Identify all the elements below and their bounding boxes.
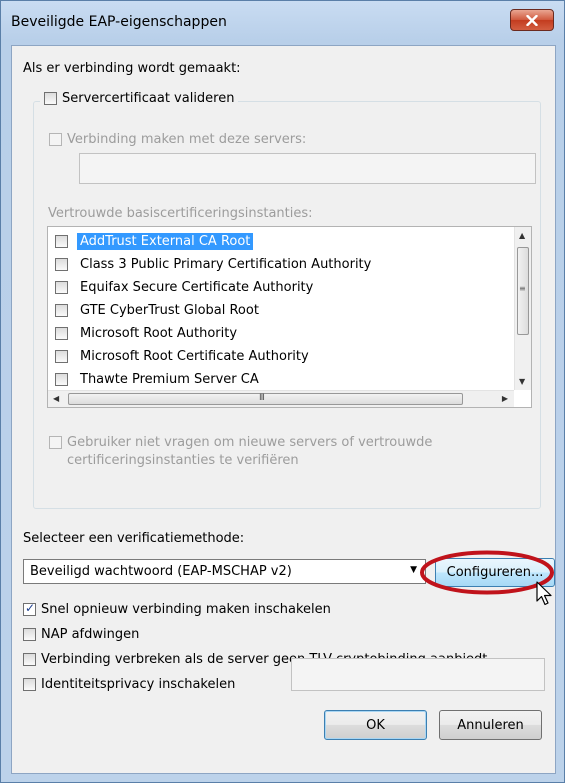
dialog-client-area: Als er verbinding wordt gemaakt: Serverc… <box>11 45 556 774</box>
ok-button-label: OK <box>366 717 385 733</box>
ok-button[interactable]: OK <box>324 710 427 740</box>
ca-item-label: Equifax Secure Certificate Authority <box>80 279 314 295</box>
fast-reconnect-label: Snel opnieuw verbinding maken inschakele… <box>41 602 331 617</box>
no-prompt-option: Gebruiker niet vragen om nieuwe servers … <box>49 434 432 470</box>
nap-option[interactable]: NAP afdwingen <box>23 627 139 642</box>
nap-checkbox[interactable] <box>23 628 36 641</box>
cancel-button[interactable]: Annuleren <box>439 710 542 740</box>
ca-item-checkbox[interactable] <box>55 234 68 248</box>
fast-reconnect-checkbox[interactable]: ✓ <box>23 601 36 616</box>
ca-list-vertical-scrollbar[interactable]: ▲ ≡ ▼ <box>514 227 531 390</box>
connect-servers-checkbox <box>49 133 62 146</box>
validate-cert-option[interactable]: Servercertificaat valideren <box>40 91 239 106</box>
ca-item-label: Microsoft Root Certificate Authority <box>80 348 309 364</box>
grip-icon: ≡ <box>519 284 526 293</box>
scroll-down-icon[interactable]: ▼ <box>519 377 525 386</box>
no-prompt-label-line1: Gebruiker niet vragen om nieuwe servers … <box>67 435 433 450</box>
fast-reconnect-option[interactable]: ✓ Snel opnieuw verbinding maken inschakel… <box>23 601 331 617</box>
cancel-button-label: Annuleren <box>457 717 524 733</box>
ca-item-checkbox[interactable] <box>55 280 68 294</box>
chevron-down-icon: ▼ <box>410 565 417 575</box>
ca-list-item[interactable]: GTE CyberTrust Global Root <box>48 299 262 321</box>
identity-privacy-option[interactable]: Identiteitsprivacy inschakelen <box>23 677 235 692</box>
ca-item-checkbox[interactable] <box>55 257 68 271</box>
horizontal-scroll-thumb[interactable]: III <box>68 393 463 405</box>
ca-item-label: GTE CyberTrust Global Root <box>80 302 259 318</box>
identity-privacy-label: Identiteitsprivacy inschakelen <box>41 677 236 692</box>
no-prompt-checkbox <box>49 436 62 449</box>
ca-item-checkbox[interactable] <box>55 349 68 363</box>
scroll-left-icon[interactable]: ◀ <box>53 394 59 403</box>
close-button[interactable] <box>510 9 554 31</box>
ca-item-checkbox[interactable] <box>55 372 68 386</box>
close-icon <box>526 14 538 26</box>
connect-servers-label: Verbinding maken met deze servers: <box>67 132 307 147</box>
ca-list-item[interactable]: Equifax Secure Certificate Authority <box>48 276 316 298</box>
auth-method-value: Beveiligd wachtwoord (EAP-MSCHAP v2) <box>30 564 292 579</box>
tlv-cryptobinding-checkbox[interactable] <box>23 653 36 666</box>
ca-list-item[interactable]: Thawte Premium Server CA <box>48 368 262 390</box>
grip-label: III <box>259 393 265 403</box>
scroll-up-icon[interactable]: ▲ <box>519 231 525 240</box>
auth-method-heading: Selecteer een verificatiemethode: <box>23 531 245 546</box>
ca-item-label: Microsoft Root Authority <box>80 325 238 341</box>
identity-input <box>291 658 545 691</box>
nap-label: NAP afdwingen <box>41 627 140 642</box>
dialog-window: Beveiligde EAP-eigenschappen Als er verb… <box>0 0 565 783</box>
vertical-scroll-thumb[interactable]: ≡ <box>517 247 529 335</box>
ca-list-horizontal-scrollbar[interactable]: ◀ III ▶ <box>48 390 514 407</box>
ca-item-label: Class 3 Public Primary Certification Aut… <box>80 256 372 272</box>
validate-cert-checkbox[interactable] <box>44 92 57 105</box>
ca-list-item[interactable]: AddTrust External CA Root <box>48 230 254 252</box>
connect-heading: Als er verbinding wordt gemaakt: <box>23 61 241 76</box>
identity-privacy-checkbox[interactable] <box>23 678 36 691</box>
title-bar[interactable]: Beveiligde EAP-eigenschappen <box>1 1 564 45</box>
ca-listbox[interactable]: AddTrust External CA Root Class 3 Public … <box>47 226 532 408</box>
ca-list-item[interactable]: Microsoft Root Authority <box>48 322 240 344</box>
servers-input <box>79 153 536 184</box>
ca-item-checkbox[interactable] <box>55 326 68 340</box>
ca-item-label: Thawte Premium Server CA <box>80 371 259 387</box>
trusted-root-label: Vertrouwde basiscertificeringsinstanties… <box>48 206 313 221</box>
ca-list-item[interactable]: Microsoft Root Certificate Authority <box>48 345 312 367</box>
scroll-right-icon[interactable]: ▶ <box>502 394 508 403</box>
no-prompt-label-line2: certificeringsinstanties te verifiëren <box>67 453 299 468</box>
mouse-pointer-icon <box>536 581 552 606</box>
checkmark-icon: ✓ <box>25 601 36 615</box>
connect-servers-option: Verbinding maken met deze servers: <box>49 132 306 147</box>
ca-item-label: AddTrust External CA Root <box>77 232 254 250</box>
validate-cert-label: Servercertificaat valideren <box>62 91 235 106</box>
ca-list-item[interactable]: Class 3 Public Primary Certification Aut… <box>48 253 374 275</box>
ca-item-checkbox[interactable] <box>55 303 68 317</box>
auth-method-select[interactable]: Beveiligd wachtwoord (EAP-MSCHAP v2) ▼ <box>23 559 426 584</box>
window-title: Beveiligde EAP-eigenschappen <box>11 14 227 30</box>
